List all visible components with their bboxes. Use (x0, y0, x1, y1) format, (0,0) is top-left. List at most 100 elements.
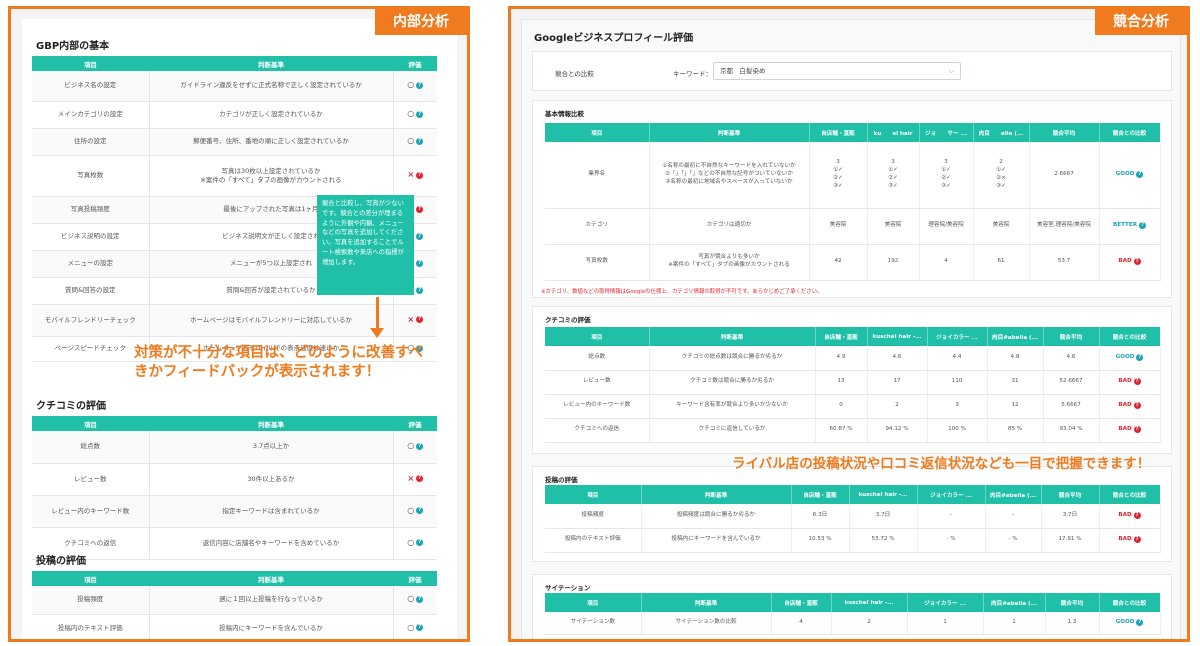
help-icon[interactable]: ? (416, 171, 424, 179)
row-value: 12 (987, 394, 1044, 419)
row-criteria: 指定キーワードは含まれているか (149, 495, 394, 528)
row-criteria: 郵便番号、住所、番地の順に正しく設定されているか (149, 128, 394, 156)
row-evaluation: ○? (393, 71, 437, 102)
help-icon[interactable]: ? (1133, 258, 1141, 266)
row-value: 3.7日 (849, 504, 918, 529)
row-value: 美容院 (809, 208, 868, 245)
internal-analysis-panel: 内部分析 GBP内部の基本 項目 判断基準 評価 ビジネス名の設定 ガイドライン違… (8, 6, 470, 642)
help-icon[interactable]: ? (416, 539, 424, 547)
row-value: 2 ①✓ ②× ③✓ (973, 142, 1030, 209)
help-icon[interactable]: ? (1138, 222, 1146, 230)
help-icon[interactable]: ? (416, 475, 424, 483)
row-average: 3.7日 (1041, 504, 1100, 529)
help-icon[interactable]: ? (416, 259, 424, 267)
help-icon[interactable]: ? (416, 137, 424, 145)
row-value: 3 ①✓ ②✓ ③✓ (919, 142, 974, 209)
row-result: BAD ? (1099, 244, 1161, 281)
col-header-evaluation: 評価 (393, 416, 437, 431)
row-result: BETTER ? (1099, 208, 1161, 245)
row-value: 85 % (987, 418, 1044, 443)
row-value: 53.72 % (849, 528, 918, 553)
help-icon[interactable]: ? (1133, 511, 1141, 519)
col-header-evaluation: 評価 (393, 571, 437, 586)
col-header: 自店舗・直販 (791, 485, 850, 504)
row-evaluation: ×? (393, 304, 437, 337)
help-icon[interactable]: ? (416, 443, 424, 451)
help-icon[interactable]: ? (416, 205, 424, 213)
basic-info-note: ※カテゴリ、数値などの取得情報はGoogleの仕様上、カテゴリ情報の取得が不可で… (541, 289, 823, 295)
row-criteria: ①名称の最初に不自然なキーワードを入れていないか ②「」「」「」などの不自然な記号… (649, 142, 810, 209)
help-icon[interactable]: ? (1133, 402, 1141, 410)
table-row: 投稿内のテキスト評価 投稿内にキーワードを含んでいるか 10.53 % 53.72 %… (545, 528, 1161, 553)
help-icon[interactable]: ? (416, 286, 424, 294)
row-value: 6.3日 (791, 504, 850, 529)
row-average: 52.6667 (1043, 370, 1100, 395)
table-row: 総点数 3.7点以上か ○? (32, 431, 437, 464)
row-criteria: 投稿内にキーワードを含んでいるか (641, 528, 792, 553)
help-icon[interactable]: ? (416, 82, 424, 90)
keyword-select-value: 京都 白髪染め (720, 67, 766, 75)
result-label: GOOD (1115, 618, 1137, 625)
row-value: 4.6 (867, 346, 928, 371)
col-header: 肉目#abelia (... (987, 327, 1044, 346)
help-icon[interactable]: ? (1136, 170, 1144, 178)
result-label: GOOD (1115, 353, 1137, 360)
help-icon[interactable]: ? (416, 232, 424, 240)
arrow-down-icon (376, 297, 379, 331)
table-row: 業界名 ①名称の最初に不自然なキーワードを入れていないか ②「」「」「」などの不自然… (545, 142, 1161, 209)
col-header: 項目 (545, 327, 650, 346)
row-item-label: カテゴリ (545, 208, 650, 245)
help-icon[interactable]: ? (416, 624, 424, 632)
help-icon[interactable]: ? (1133, 426, 1141, 434)
row-item-label: サイテーション数 (545, 612, 642, 635)
competitor-analysis-panel: 競合分析 Googleビジネスプロフィール評価 競合との比較 キーワード： 京都… (508, 6, 1190, 642)
basic-info-card: 基本情報比較 項目 判断基準 自店舗・直販 ku el hair ジョ サー ... 肉目… (532, 100, 1172, 298)
help-icon[interactable]: ? (416, 507, 424, 515)
help-icon[interactable]: ? (416, 110, 424, 118)
help-icon[interactable]: ? (416, 596, 424, 604)
help-icon[interactable]: ? (416, 316, 424, 324)
row-evaluation: ○? (393, 431, 437, 464)
table-row: 写真枚数 写真が競合よりも多いか ※案件の「すべて」タブの画像がカウントされる 42 1… (545, 244, 1161, 281)
feedback-tooltip: 競合と比較し、写真が少ないです。競合との差分が埋まるように外観や内観、メニューな… (317, 195, 414, 295)
col-header: 自店舗・直販 (771, 593, 832, 612)
table-row: 投稿内のテキスト評価 投稿内にキーワードを含んでいるか ○? (32, 614, 437, 639)
basic-info-title: 基本情報比較 (545, 110, 584, 118)
row-evaluation: ○? (393, 128, 437, 156)
row-value: - % (985, 528, 1042, 553)
help-icon[interactable]: ? (1136, 353, 1144, 361)
row-criteria: クチコミに返信しているか (649, 418, 816, 443)
row-evaluation: ○? (393, 527, 437, 560)
row-criteria: 写真が競合よりも多いか ※案件の「すべて」タブの画像がカウントされる (649, 244, 810, 281)
table-row: メインカテゴリの設定 カテゴリが正しく設定されているか ○? (32, 101, 437, 129)
col-header: 肉目#abelia (... (983, 593, 1046, 612)
help-icon[interactable]: ? (1133, 378, 1141, 386)
row-value: 4 (919, 244, 974, 281)
reviews-title: クチコミの評価 (545, 316, 591, 324)
row-item-label: レビュー内のキーワード数 (32, 495, 150, 528)
row-result: GOOD ? (1099, 612, 1161, 635)
keyword-select[interactable]: 京都 白髪染め ⌵ (713, 62, 961, 80)
row-criteria: キーワード含有率が競合より多いか少ないか (649, 394, 816, 419)
row-criteria: サイテーション数の比較 (641, 612, 772, 635)
row-value: 61 (973, 244, 1030, 281)
help-icon[interactable]: ? (1133, 536, 1141, 544)
col-header: 自店舗・直販 (815, 327, 868, 346)
col-header-criteria: 判断基準 (149, 416, 393, 431)
chevron-down-icon: ⌵ (948, 67, 954, 75)
help-icon[interactable]: ? (1136, 618, 1144, 626)
row-criteria: ガイドライン違反をせずに正式名称で正しく設定されているか (149, 71, 394, 102)
col-header: 競合平均 (1029, 123, 1100, 142)
ok-mark: ○ (407, 594, 415, 604)
row-item-label: 業界名 (545, 142, 650, 209)
basic-info-table: 項目 判断基準 自店舗・直販 ku el hair ジョ サー ... 肉目 elia (… (545, 123, 1161, 281)
citation-card: サイテーション 項目 判断基準 自店舗・直販 kuschel hair -... ジョイ… (532, 574, 1172, 639)
keyword-label: キーワード： (673, 70, 712, 78)
row-value: 4.9 (815, 346, 868, 371)
table-row: レビュー内のキーワード数 指定キーワードは含まれているか ○? (32, 495, 437, 528)
result-label: BAD (1118, 426, 1134, 433)
row-value: 1 (983, 612, 1046, 635)
reviews-table: 項目 判断基準 評価 総点数 3.7点以上か ○? レビュー数 30件以上あるか ×? レビ… (32, 416, 437, 560)
row-value: 17 (867, 370, 928, 395)
row-evaluation: ○? (393, 495, 437, 528)
